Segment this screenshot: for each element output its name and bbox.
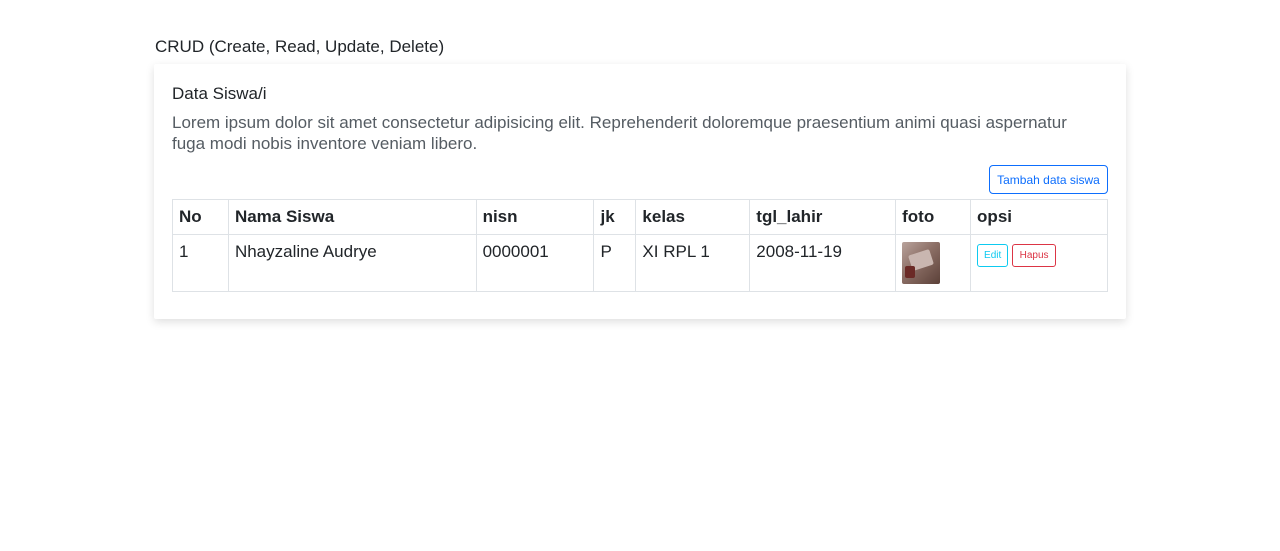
row-actions: Edit Hapus: [977, 242, 1101, 267]
column-header-jk: jk: [593, 199, 637, 235]
edit-button[interactable]: Edit: [977, 244, 1009, 267]
column-header-kelas: kelas: [635, 199, 751, 235]
add-student-button[interactable]: Tambah data siswa: [989, 165, 1108, 194]
column-header-opsi: opsi: [970, 199, 1108, 235]
cell-kelas: XI RPL 1: [635, 234, 751, 292]
card-title: Data Siswa/i: [172, 84, 267, 103]
student-photo: [902, 242, 941, 284]
column-header-no: No: [172, 199, 229, 235]
cell-jk: P: [593, 234, 637, 292]
column-header-nisn: nisn: [475, 199, 595, 235]
cell-nisn: 0000001: [475, 234, 595, 292]
data-card: Data Siswa/i Lorem ipsum dolor sit amet …: [154, 64, 1126, 319]
table-row: 1 Nhayzaline Audrye 0000001 P XI RPL 1 2…: [172, 234, 1108, 292]
cell-foto: [895, 234, 972, 292]
column-header-foto: foto: [895, 199, 972, 235]
cell-tgl-lahir: 2008-11-19: [749, 234, 897, 292]
photo-shape: [905, 266, 916, 278]
column-header-nama: Nama Siswa: [227, 199, 477, 235]
column-header-tgl-lahir: tgl_lahir: [749, 199, 897, 235]
delete-button[interactable]: Hapus: [1012, 244, 1057, 267]
card-description: Lorem ipsum dolor sit amet consectetur a…: [172, 113, 1067, 153]
cell-opsi: Edit Hapus: [970, 234, 1108, 292]
cell-no: 1: [172, 234, 229, 292]
students-table: No Nama Siswa nisn jk kelas tgl_lahir fo…: [172, 199, 1108, 292]
cell-nama: Nhayzaline Audrye: [227, 234, 477, 292]
table-header-row: No Nama Siswa nisn jk kelas tgl_lahir fo…: [172, 199, 1108, 235]
page-title: CRUD (Create, Read, Update, Delete): [155, 37, 445, 56]
